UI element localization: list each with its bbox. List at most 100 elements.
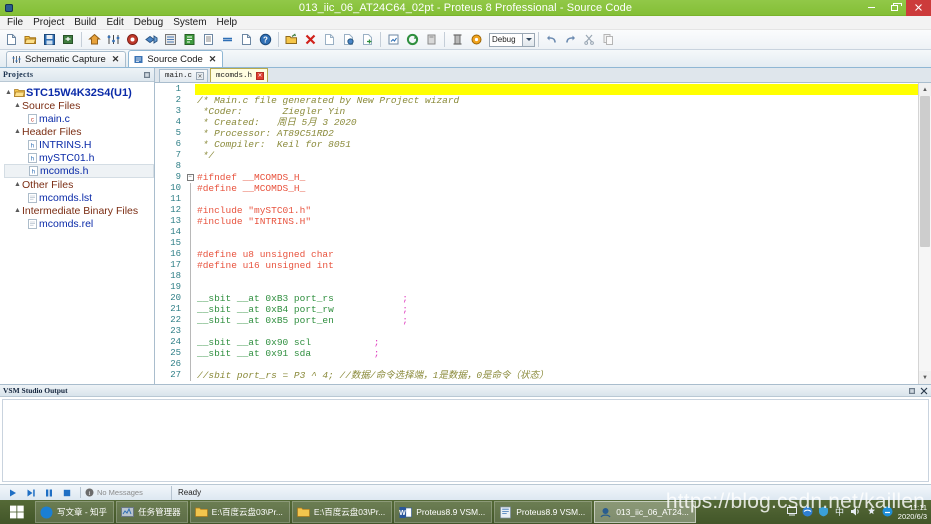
clean-icon[interactable]	[423, 31, 440, 48]
flash-gear-icon[interactable]	[468, 31, 485, 48]
code-line[interactable]: __sbit __at 0x90 scl ;	[195, 337, 918, 348]
code-line[interactable]: /* Main.c file generated by New Project …	[195, 95, 918, 106]
expand-collapse-icon[interactable]: ▲	[4, 89, 13, 96]
tab-source-code[interactable]: Source Code ✕	[128, 50, 224, 67]
source-code-icon[interactable]	[181, 31, 198, 48]
schematic-icon[interactable]	[105, 31, 122, 48]
menu-file[interactable]: File	[2, 16, 28, 30]
scroll-down-icon[interactable]: ▼	[919, 371, 931, 384]
pin-icon[interactable]	[907, 386, 916, 395]
menu-system[interactable]: System	[168, 16, 211, 30]
import-icon[interactable]	[60, 31, 77, 48]
code-editor[interactable]: 1 2 3 4 5 6 7 8 9 10 11 12 13 14 15 16 17 18 19 20 21 22 23 24 2…	[155, 83, 931, 384]
editor-tab-main-c-close[interactable]: ✕	[196, 72, 205, 81]
scroll-thumb[interactable]	[920, 96, 930, 248]
floppy-save-icon[interactable]	[41, 31, 58, 48]
tree-node-other-files[interactable]: ▲ Other Files	[4, 178, 154, 191]
build-icon[interactable]	[385, 31, 402, 48]
tree-node-mcomds-rel[interactable]: mcomds.rel	[4, 217, 154, 230]
status-messages[interactable]: i No Messages	[85, 488, 171, 497]
clock[interactable]: 11:11 2020/6/3	[898, 503, 927, 521]
tree-node-mystc01-h[interactable]: h mySTC01.h	[4, 151, 154, 164]
restore-button[interactable]	[883, 0, 906, 16]
code-line[interactable]	[195, 271, 918, 282]
pin-icon[interactable]	[142, 70, 151, 79]
expand-collapse-icon[interactable]: ▲	[13, 102, 22, 109]
close-button[interactable]	[906, 0, 931, 16]
scroll-up-icon[interactable]: ▲	[919, 83, 931, 96]
tree-node-source-files[interactable]: ▲ Source Files	[4, 99, 154, 112]
new-file-icon[interactable]	[321, 31, 338, 48]
code-folding-column[interactable]: −	[185, 83, 195, 384]
tree-node-header-files[interactable]: ▲ Header Files	[4, 125, 154, 138]
taskbar-item-browser[interactable]: 写文章 - 知乎	[35, 501, 115, 523]
redo-arrow-icon[interactable]	[562, 31, 579, 48]
pcb-target-icon[interactable]	[124, 31, 141, 48]
tree-node-intermediate-binary-files[interactable]: ▲ Intermediate Binary Files	[4, 204, 154, 217]
taskbar-item-word[interactable]: W Proteus8.9 VSM...	[394, 501, 493, 523]
step-button[interactable]	[22, 486, 40, 500]
code-line[interactable]	[195, 282, 918, 293]
expand-collapse-icon[interactable]: ▲	[13, 181, 22, 188]
code-line[interactable]: #define u16 unsigned int	[195, 260, 918, 271]
code-line[interactable]: __sbit __at 0xB4 port_rw ;	[195, 304, 918, 315]
minimize-button[interactable]	[860, 0, 883, 16]
code-line[interactable]: #include "mySTC01.h"	[195, 205, 918, 216]
notes-icon[interactable]	[219, 31, 236, 48]
scissors-icon[interactable]	[581, 31, 598, 48]
chevron-down-icon[interactable]	[522, 33, 534, 46]
scroll-track[interactable]	[919, 96, 931, 371]
copy-file-icon[interactable]	[340, 31, 357, 48]
action-center-icon[interactable]	[866, 506, 877, 519]
editor-vertical-scrollbar[interactable]: ▲ ▼	[918, 83, 931, 384]
copy-icon[interactable]	[600, 31, 617, 48]
taskbar-item-explorer-2[interactable]: E:\百度云盘03\Pr...	[291, 501, 393, 523]
code-line[interactable]: * Processor: AT89C51RD2	[195, 128, 918, 139]
pause-button[interactable]	[40, 486, 58, 500]
paste-file-icon[interactable]	[359, 31, 376, 48]
output-panel-content[interactable]	[2, 399, 929, 482]
tree-node-main-c[interactable]: c main.c	[4, 112, 154, 125]
settings-column-icon[interactable]	[449, 31, 466, 48]
tree-node-mcomds-lst[interactable]: mcomds.lst	[4, 191, 154, 204]
code-line[interactable]	[195, 227, 918, 238]
code-line[interactable]: */	[195, 150, 918, 161]
undo-arrow-icon[interactable]	[543, 31, 560, 48]
volume-icon[interactable]	[850, 506, 861, 519]
editor-tab-main-c[interactable]: main.c ✕	[159, 69, 209, 82]
code-line[interactable]: * Created: 周日 5月 3 2020	[195, 117, 918, 128]
editor-tab-mcomds-h[interactable]: mcomds.h ✕	[210, 68, 269, 82]
clips-icon[interactable]	[238, 31, 255, 48]
network-icon[interactable]	[802, 506, 813, 519]
taskbar-item-proteus-vsm[interactable]: Proteus8.9 VSM...	[494, 501, 593, 523]
tree-node-project-root[interactable]: ▲ STC15W4K32S4(U1)	[4, 86, 154, 99]
tree-node-intrins-h[interactable]: h INTRINS.H	[4, 138, 154, 151]
code-line[interactable]: *Coder: Ziegler Yin	[195, 106, 918, 117]
code-line[interactable]: __sbit __at 0xB3 port_rs ;	[195, 293, 918, 304]
security-shield-icon[interactable]	[818, 506, 829, 519]
code-line[interactable]: #include "INTRINS.H"	[195, 216, 918, 227]
expand-collapse-icon[interactable]: ▲	[13, 207, 22, 214]
menu-help[interactable]: Help	[212, 16, 243, 30]
code-line[interactable]: __sbit __at 0xB5 port_en ;	[195, 315, 918, 326]
build-configuration-dropdown[interactable]: Debug	[489, 32, 535, 47]
help-question-icon[interactable]: ?	[257, 31, 274, 48]
input-method-icon[interactable]: 中	[834, 506, 845, 519]
cloud-icon[interactable]	[882, 506, 893, 519]
code-line[interactable]	[195, 359, 918, 370]
code-line[interactable]	[195, 161, 918, 172]
rebuild-icon[interactable]	[404, 31, 421, 48]
code-line[interactable]: __sbit __at 0x91 sda ;	[195, 348, 918, 359]
code-line[interactable]: //sbit port_rs = P3 ^ 4; //数据/命令选择端，1是数据…	[195, 370, 918, 381]
taskbar-item-explorer-1[interactable]: E:\百度云盘03\Pr...	[189, 501, 290, 523]
design-explorer-icon[interactable]	[162, 31, 179, 48]
code-line[interactable]	[195, 194, 918, 205]
code-area[interactable]: 1 2 3 4 5 6 7 8 9 10 11 12 13 14 15 16 17 18 19 20 21 22 23 24 2…	[155, 83, 918, 384]
remove-red-x-icon[interactable]	[302, 31, 319, 48]
cube-3d-icon[interactable]	[143, 31, 160, 48]
tree-node-mcomds-h[interactable]: h mcomds.h	[4, 164, 154, 178]
add-folder-icon[interactable]	[283, 31, 300, 48]
editor-tab-mcomds-h-close[interactable]: ✕	[256, 71, 265, 80]
code-line[interactable]	[195, 238, 918, 249]
stop-button[interactable]	[58, 486, 76, 500]
